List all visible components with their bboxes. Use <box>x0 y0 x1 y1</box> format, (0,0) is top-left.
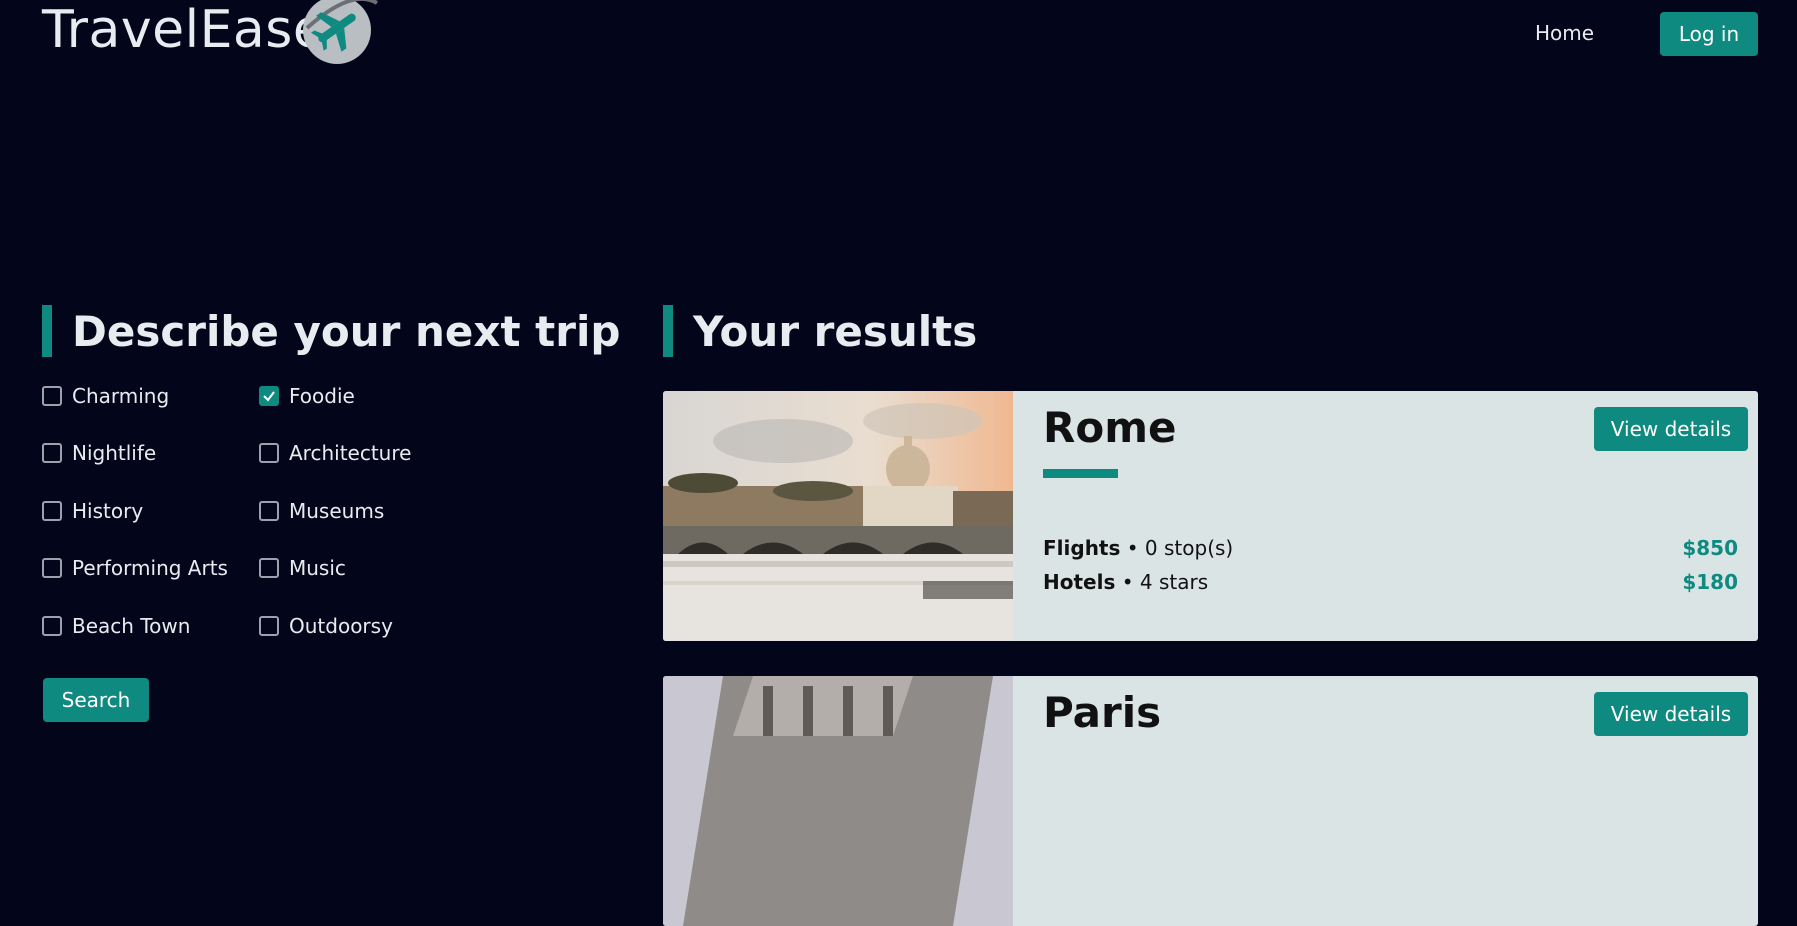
plane-globe-icon <box>303 0 379 64</box>
checkbox-label: Music <box>289 556 346 580</box>
checkbox-beach-town[interactable]: Beach Town <box>42 614 190 638</box>
logo[interactable]: TravelEase <box>42 0 325 68</box>
hotels-price: $180 <box>1682 570 1738 594</box>
heading-accent-bar <box>42 305 52 357</box>
trip-section-title: Describe your next trip <box>72 306 621 356</box>
city-name: Paris <box>1043 688 1162 737</box>
search-button[interactable]: Search <box>43 678 149 722</box>
hotels-row: Hotels • 4 stars $180 <box>1043 570 1738 594</box>
checkbox-box[interactable] <box>42 616 62 636</box>
checkbox-music[interactable]: Music <box>259 556 346 580</box>
flights-row: Flights • 0 stop(s) $850 <box>1043 536 1738 560</box>
flights-price: $850 <box>1682 536 1738 560</box>
city-underline <box>1043 469 1118 478</box>
hotels-label: Hotels <box>1043 570 1116 594</box>
view-details-button[interactable]: View details <box>1594 692 1748 736</box>
checkbox-label: Beach Town <box>72 614 191 638</box>
rome-photo <box>663 391 1013 641</box>
checkbox-label: Foodie <box>289 384 355 408</box>
results-section-title: Your results <box>693 306 978 356</box>
checkbox-label: Charming <box>72 384 170 408</box>
checkbox-box[interactable] <box>42 443 62 463</box>
logo-text: TravelEase <box>42 0 326 60</box>
view-details-button[interactable]: View details <box>1594 407 1748 451</box>
checkbox-box[interactable] <box>42 501 62 521</box>
checkbox-outdoorsy[interactable]: Outdoorsy <box>259 614 393 638</box>
flights-stops: • 0 stop(s) <box>1126 536 1234 560</box>
checkbox-label: Museums <box>289 499 385 523</box>
checkbox-history[interactable]: History <box>42 499 143 523</box>
checkbox-box[interactable] <box>259 616 279 636</box>
checkbox-museums[interactable]: Museums <box>259 499 384 523</box>
city-name: Rome <box>1043 403 1177 452</box>
checkbox-box[interactable] <box>42 386 62 406</box>
flights-label: Flights <box>1043 536 1121 560</box>
heading-accent-bar <box>663 305 673 357</box>
hotels-stars: • 4 stars <box>1121 570 1209 594</box>
checkbox-nightlife[interactable]: Nightlife <box>42 441 156 465</box>
checkbox-label: History <box>72 499 144 523</box>
checkbox-label: Architecture <box>289 441 412 465</box>
login-button[interactable]: Log in <box>1660 12 1758 56</box>
nav-home-link[interactable]: Home <box>1535 21 1594 45</box>
result-card-rome: Rome View details Flights • 0 stop(s) $8… <box>663 391 1758 641</box>
checkbox-box[interactable] <box>42 558 62 578</box>
results-section-heading: Your results <box>663 305 977 357</box>
checkbox-box[interactable] <box>259 558 279 578</box>
checkbox-label: Performing Arts <box>72 556 228 580</box>
checkbox-label: Nightlife <box>72 441 157 465</box>
checkbox-foodie[interactable]: Foodie <box>259 384 355 408</box>
checkbox-box[interactable] <box>259 386 279 406</box>
checkbox-charming[interactable]: Charming <box>42 384 169 408</box>
checkbox-label: Outdoorsy <box>289 614 393 638</box>
checkbox-performing-arts[interactable]: Performing Arts <box>42 556 228 580</box>
trip-section-heading: Describe your next trip <box>42 305 620 357</box>
checkbox-box[interactable] <box>259 443 279 463</box>
checkbox-box[interactable] <box>259 501 279 521</box>
paris-photo <box>663 676 1013 926</box>
result-card-paris: Paris View details <box>663 676 1758 926</box>
checkbox-architecture[interactable]: Architecture <box>259 441 411 465</box>
